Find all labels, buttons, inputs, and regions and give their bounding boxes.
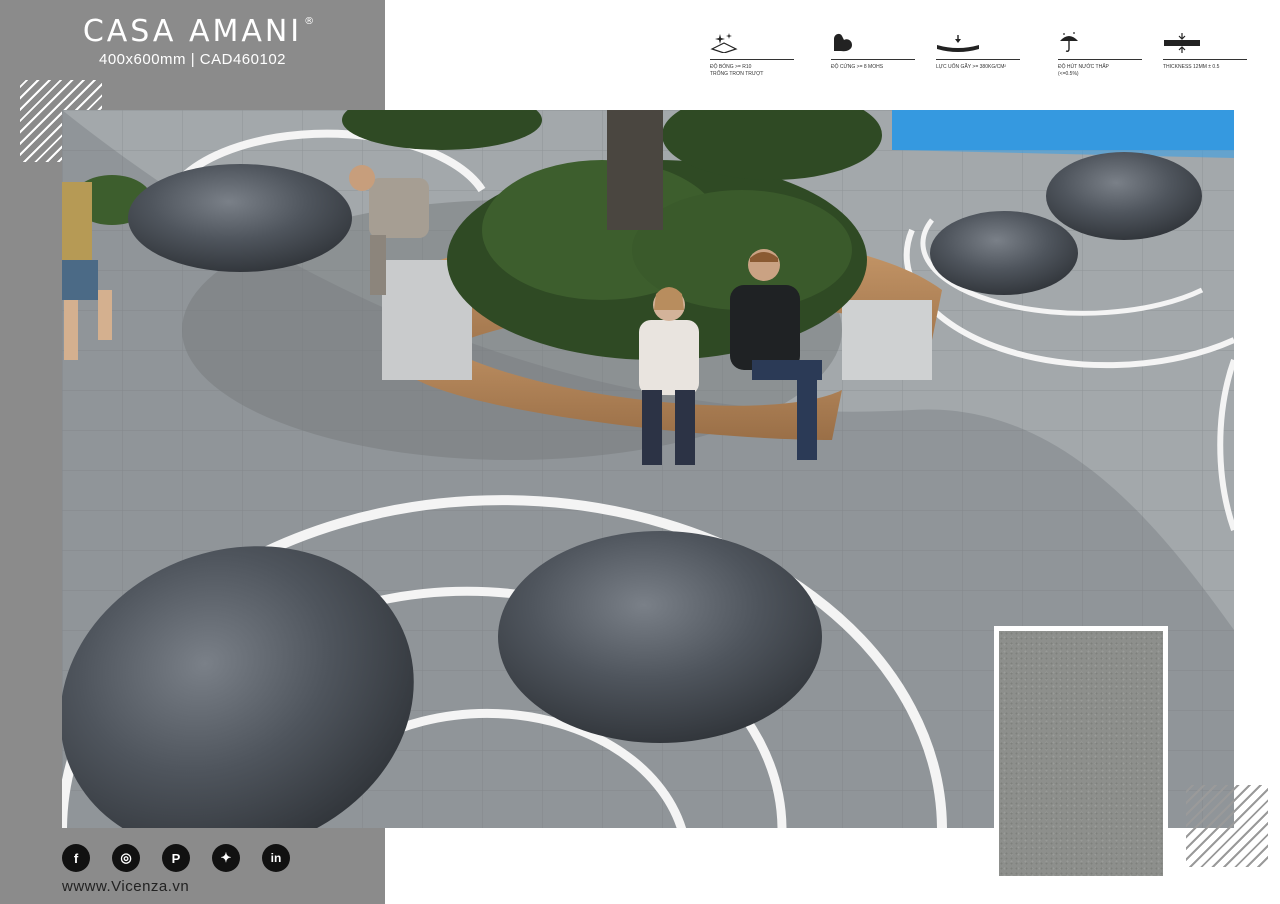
spec-divider bbox=[1058, 59, 1142, 60]
brand-header: CASA AMANI ® 400x600mm | CAD460102 bbox=[0, 14, 385, 68]
twitter-icon[interactable]: ✦ bbox=[212, 844, 240, 872]
spec-label: ĐỘ CỨNG >= 8 MOHS bbox=[831, 64, 884, 70]
linkedin-icon[interactable]: in bbox=[262, 844, 290, 872]
spec-divider bbox=[936, 59, 1020, 60]
spec-label: ĐỘ HÚT NƯỚC THẤP (<=0.5%) bbox=[1058, 64, 1109, 77]
bending-tile-icon bbox=[936, 30, 1026, 54]
registered-mark: ® bbox=[304, 16, 315, 27]
spec-icons-row: ĐỘ BÓNG >= R10 TRỐNG TRƠN TRƯỢT ĐỘ CỨNG … bbox=[700, 30, 1260, 90]
spec-absorption: ĐỘ HÚT NƯỚC THẤP (<=0.5%) bbox=[1058, 30, 1148, 78]
spec-label: ĐỘ BÓNG >= R10 TRỐNG TRƠN TRƯỢT bbox=[710, 64, 764, 77]
spec-divider bbox=[1163, 59, 1247, 60]
pinterest-icon[interactable]: P bbox=[162, 844, 190, 872]
umbrella-rain-icon bbox=[1058, 30, 1148, 54]
spec-divider bbox=[831, 59, 915, 60]
facebook-icon[interactable]: f bbox=[62, 844, 90, 872]
spec-gloss: ĐỘ BÓNG >= R10 TRỐNG TRƠN TRƯỢT bbox=[710, 30, 800, 78]
spec-hardness: ĐỘ CỨNG >= 8 MOHS bbox=[831, 30, 921, 71]
tile-sample bbox=[994, 626, 1168, 880]
spec-label: LỰC UỐN GÃY >= 380KG/CM² bbox=[936, 64, 1007, 70]
spec-divider bbox=[710, 59, 794, 60]
strength-arm-icon bbox=[831, 30, 921, 54]
spec-bending: LỰC UỐN GÃY >= 380KG/CM² bbox=[936, 30, 1026, 71]
brand-name: CASA AMANI bbox=[82, 14, 303, 49]
thickness-icon bbox=[1163, 30, 1253, 54]
social-links: f ◎ P ✦ in bbox=[62, 844, 290, 872]
instagram-icon[interactable]: ◎ bbox=[112, 844, 140, 872]
spec-label: THICKNESS 12MM ± 0.5 bbox=[1163, 64, 1220, 70]
hatch-decoration-right bbox=[1186, 785, 1268, 867]
gloss-sparkle-icon bbox=[710, 30, 800, 54]
spec-thickness: THICKNESS 12MM ± 0.5 bbox=[1163, 30, 1253, 71]
website-link[interactable]: wwww.Vicenza.vn bbox=[62, 878, 189, 895]
tile-texture bbox=[999, 631, 1163, 876]
product-code: 400x600mm | CAD460102 bbox=[99, 51, 286, 68]
brand-title: CASA AMANI ® bbox=[82, 14, 314, 49]
